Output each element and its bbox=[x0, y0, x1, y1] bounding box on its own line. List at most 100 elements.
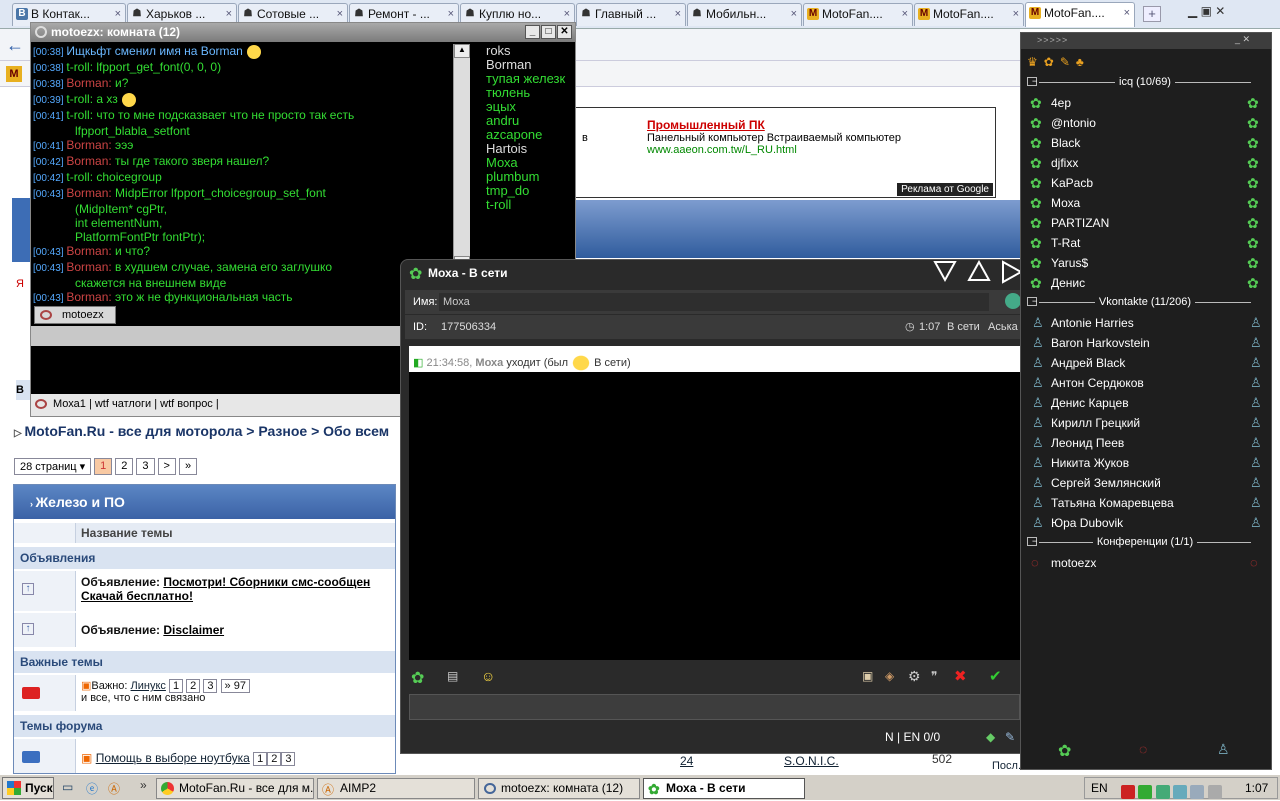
close-icon[interactable]: ✖ bbox=[954, 667, 967, 685]
ad-google-label[interactable]: Реклама от Google bbox=[897, 183, 993, 196]
contact-group-header[interactable]: − Конференции (1/1) bbox=[1025, 533, 1265, 551]
icq-flower-icon[interactable]: ✿ bbox=[411, 668, 424, 688]
page-next[interactable]: > bbox=[157, 458, 176, 475]
message-nick[interactable]: t-roll: bbox=[66, 92, 96, 106]
tab-main[interactable]: ☗ Главный ... × bbox=[576, 3, 686, 26]
topic-author[interactable]: S.O.N.I.C. bbox=[784, 754, 839, 768]
table-row[interactable]: ▣ Помощь в выборе ноутбука 123 bbox=[14, 739, 395, 773]
overflow-icon[interactable]: » bbox=[140, 778, 147, 792]
message-nick[interactable]: Borman: bbox=[66, 154, 115, 168]
contact-item[interactable]: ♙ Денис Карцев ♙ bbox=[1021, 393, 1271, 413]
last-post[interactable]: Посл. сообщение: bbox=[992, 760, 1020, 772]
page-link[interactable]: 1 bbox=[94, 458, 113, 475]
room-tab[interactable]: motoezx bbox=[34, 306, 116, 324]
ie-icon[interactable]: ⓔ bbox=[86, 780, 98, 797]
collapse-icon[interactable]: − bbox=[1027, 77, 1037, 86]
message-nick[interactable]: Borman: bbox=[66, 76, 115, 90]
contact-item[interactable]: ♙ Андрей Black ♙ bbox=[1021, 353, 1271, 373]
grip-icon[interactable]: >>>>> bbox=[1037, 35, 1068, 45]
quote-icon[interactable]: ❞ bbox=[931, 669, 937, 683]
breadcrumb[interactable]: ▷ MotoFan.Ru - все для моторола > Разное… bbox=[14, 423, 389, 439]
gear-icon[interactable]: ⚙ bbox=[908, 668, 921, 685]
page-link[interactable]: 1 bbox=[168, 679, 184, 693]
maximize-button[interactable]: □ bbox=[541, 25, 556, 39]
room-user[interactable]: тупая железк bbox=[486, 72, 576, 86]
conference-icon[interactable]: ◌ bbox=[1139, 741, 1147, 757]
room-user[interactable]: Моха bbox=[486, 156, 576, 170]
new-tab-button[interactable]: + bbox=[1143, 6, 1161, 22]
contact-item[interactable]: ◌ motoezx ◌ bbox=[1021, 553, 1271, 573]
user-info-icon[interactable]: ▣ bbox=[862, 669, 873, 683]
contact-item[interactable]: ✿ KaPacb ✿ bbox=[1021, 173, 1271, 193]
room-user[interactable]: andru bbox=[486, 114, 576, 128]
ad-title[interactable]: Промышленный ПК bbox=[647, 118, 765, 132]
scrollbar[interactable]: ▲▼ bbox=[453, 44, 470, 270]
message-nick[interactable]: Borman: bbox=[66, 138, 115, 152]
task-browser[interactable]: MotoFan.Ru - все для м... bbox=[156, 778, 314, 799]
contact-group-header[interactable]: − Vkontakte (11/206) bbox=[1025, 293, 1265, 311]
contact-item[interactable]: ✿ djfixx ✿ bbox=[1021, 153, 1271, 173]
close-icon[interactable]: × bbox=[791, 4, 797, 25]
contact-group-header[interactable]: − icq (10/69) bbox=[1025, 73, 1265, 91]
close-icon[interactable]: × bbox=[1124, 3, 1130, 24]
send-check-icon[interactable]: ✔ bbox=[989, 667, 1002, 685]
close-icon[interactable]: × bbox=[675, 4, 681, 25]
smiley-button[interactable]: ☺ bbox=[481, 668, 495, 684]
minimize-button[interactable]: _ bbox=[525, 25, 540, 39]
contact-item[interactable]: ♙ Никита Жуков ♙ bbox=[1021, 453, 1271, 473]
topic-link[interactable]: Линукс bbox=[131, 680, 166, 692]
message-nick[interactable]: Borman: bbox=[66, 260, 115, 274]
close-icon[interactable]: × bbox=[902, 4, 908, 25]
message-nick[interactable]: t-roll: bbox=[66, 170, 96, 184]
page-link[interactable]: 3 bbox=[203, 679, 218, 693]
message-nick[interactable]: t-roll: bbox=[66, 108, 96, 122]
page-link[interactable]: 3 bbox=[281, 752, 296, 766]
contact-name-field[interactable]: Моха bbox=[439, 293, 989, 311]
contact-item[interactable]: ✿ Денис ✿ bbox=[1021, 273, 1271, 293]
task-chat-room[interactable]: motoezx: комната (12) bbox=[478, 778, 640, 799]
contact-item[interactable]: ✿ @ntonio ✿ bbox=[1021, 113, 1271, 133]
table-row[interactable]: ↑ Объявление: Посмотри! Сборники смс-сооб… bbox=[14, 571, 395, 611]
close-button[interactable]: ✕ bbox=[557, 25, 572, 39]
reply-count[interactable]: 24 bbox=[680, 754, 693, 768]
tab-motofan-2[interactable]: M MotoFan.... × bbox=[914, 3, 1024, 26]
notify-icon[interactable]: ✎ bbox=[1005, 730, 1015, 744]
start-button[interactable]: Пуск bbox=[2, 777, 54, 799]
task-contact-chat[interactable]: ✿ Моха - В сети bbox=[643, 778, 805, 799]
table-row[interactable]: ↑ Объявление: Disclaimer bbox=[14, 613, 395, 647]
close-icon[interactable]: × bbox=[1013, 4, 1019, 25]
desktop-icon[interactable]: ▭ bbox=[62, 780, 73, 794]
user-icon[interactable]: ♙ bbox=[1217, 741, 1230, 758]
contact-item[interactable]: ✿ Моха ✿ bbox=[1021, 193, 1271, 213]
ad-url[interactable]: www.aaeon.com.tw/L_RU.html bbox=[647, 144, 797, 156]
aimp-icon[interactable]: Ⓐ bbox=[108, 780, 120, 797]
room-user[interactable]: tmp_do bbox=[486, 184, 576, 198]
message-nick[interactable]: Borman: bbox=[66, 244, 115, 258]
page-link[interactable]: » 97 bbox=[220, 679, 250, 693]
window-controls[interactable]: ▁ ▣ ✕ bbox=[1188, 4, 1225, 18]
page-link[interactable]: 2 bbox=[267, 752, 282, 766]
icq-flower-icon[interactable]: ✿ bbox=[1058, 741, 1071, 761]
room-user[interactable]: azcapone bbox=[486, 128, 576, 142]
google-ad[interactable]: в Промышленный ПК Панельный компьютер Вс… bbox=[575, 107, 996, 198]
collapse-icon[interactable]: − bbox=[1027, 297, 1037, 306]
topic-link[interactable]: Помощь в выборе ноутбука bbox=[96, 751, 250, 765]
contact-item[interactable]: ✿ Black ✿ bbox=[1021, 133, 1271, 153]
send-mode-icon[interactable]: ◆ bbox=[986, 730, 995, 744]
table-row[interactable]: ▣Важно: Линукс 1 2 3 » 97 и все, что с ни… bbox=[14, 675, 395, 711]
language-indicator[interactable]: EN bbox=[1091, 778, 1108, 798]
contact-item[interactable]: ✿ PARTIZAN ✿ bbox=[1021, 213, 1271, 233]
room-user[interactable]: plumbum bbox=[486, 170, 576, 184]
room-user[interactable]: эцых bbox=[486, 100, 576, 114]
announcement-link[interactable]: Скачай бесплатно! bbox=[81, 589, 193, 603]
page-link[interactable]: 2 bbox=[115, 458, 134, 475]
contact-item[interactable]: ♙ Сергей Землянский ♙ bbox=[1021, 473, 1271, 493]
contact-item[interactable]: ✿ T-Rat ✿ bbox=[1021, 233, 1271, 253]
page-last[interactable]: » bbox=[178, 458, 198, 475]
room-user[interactable]: roks bbox=[486, 44, 576, 58]
contact-item[interactable]: ♙ Antonie Harries ♙ bbox=[1021, 313, 1271, 333]
history-icon[interactable]: ◈ bbox=[885, 669, 894, 683]
collapse-icon[interactable]: − bbox=[1027, 537, 1037, 546]
contact-item[interactable]: ✿ Yarus$ ✿ bbox=[1021, 253, 1271, 273]
room-user[interactable]: тюлень bbox=[486, 86, 576, 100]
